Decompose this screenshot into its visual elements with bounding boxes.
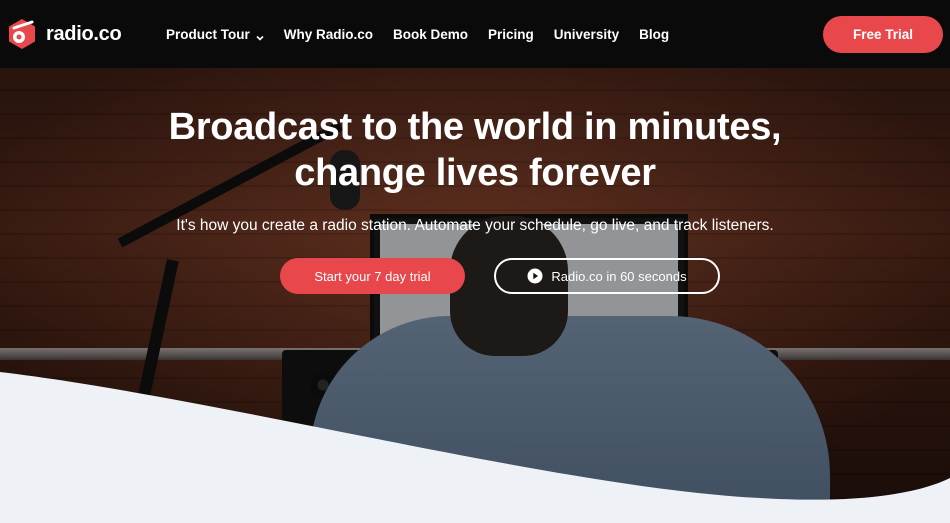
nav-item-pricing[interactable]: Pricing <box>488 27 534 42</box>
nav-item-label: Book Demo <box>393 26 469 42</box>
nav-item-book-demo[interactable]: Book Demo <box>393 27 468 42</box>
top-nav: radio.co Product Tour Why Radio.co Book … <box>0 0 950 68</box>
start-trial-button[interactable]: Start your 7 day trial <box>280 258 465 294</box>
free-trial-button[interactable]: Free Trial <box>823 16 943 53</box>
headline-line-1: Broadcast to the world in minutes, <box>168 106 782 148</box>
nav-item-why-radio-co[interactable]: Why Radio.co <box>284 27 373 42</box>
nav-item-blog[interactable]: Blog <box>639 27 669 42</box>
main-menu: Product Tour Why Radio.co Book Demo Pric… <box>166 0 689 68</box>
hero-section: Broadcast to the world in minutes, chang… <box>0 68 950 523</box>
hero-headline: Broadcast to the world in minutes, chang… <box>0 104 950 196</box>
nav-item-label: Blog <box>639 26 670 42</box>
radio-logo-icon <box>4 16 40 52</box>
nav-item-label: University <box>553 26 620 42</box>
watch-video-label: Radio.co in 60 seconds <box>551 268 687 284</box>
nav-item-label: Why Radio.co <box>283 26 374 42</box>
nav-item-product-tour[interactable]: Product Tour <box>166 27 264 42</box>
chevron-down-icon <box>256 30 264 41</box>
nav-item-university[interactable]: University <box>554 27 619 42</box>
watch-video-button[interactable]: Radio.co in 60 seconds <box>494 258 720 294</box>
brand-name: radio.co <box>46 22 122 45</box>
hero-subtitle: It's how you create a radio station. Aut… <box>176 217 774 234</box>
headline-line-2: change lives forever <box>294 152 656 194</box>
nav-item-label: Pricing <box>488 26 534 42</box>
play-circle-icon <box>527 268 543 284</box>
nav-item-label: Product Tour <box>166 26 250 42</box>
logo[interactable]: radio.co <box>4 16 122 52</box>
